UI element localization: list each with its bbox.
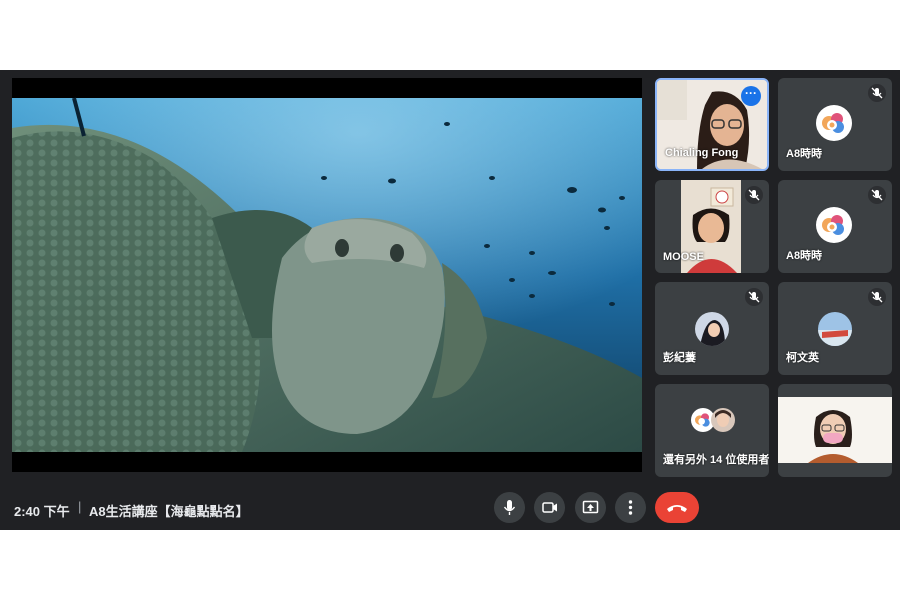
participant-tile-moose[interactable]: MOOSE — [655, 180, 769, 273]
participant-tile-a8-2[interactable]: A8時時 — [778, 180, 892, 273]
meeting-time: 2:40 下午 — [14, 504, 70, 519]
camera-icon — [542, 502, 557, 513]
others-count-label: 還有另外 14 位使用者 — [663, 454, 769, 466]
participant-tile-peng[interactable]: 彭紀萋 — [655, 282, 769, 375]
a8-logo-avatar — [816, 105, 852, 141]
microphone-icon — [503, 500, 516, 515]
participant-tile-chialing-fong[interactable]: ··· Chialing Fong — [655, 78, 769, 171]
participant-tile-ke[interactable]: 柯文英 — [778, 282, 892, 375]
a8-logo-avatar — [816, 207, 852, 243]
end-call-button[interactable] — [655, 492, 699, 523]
participant-name: 柯文英 — [786, 352, 819, 364]
participant-name: A8時時 — [786, 250, 823, 262]
mic-off-icon — [745, 288, 763, 306]
camera-button[interactable] — [534, 492, 565, 523]
divider: | — [78, 499, 82, 514]
avatar — [695, 312, 729, 346]
avatar — [818, 312, 852, 346]
meeting-window: ··· Chialing Fong A8時時 MOOSE A8時時 彭紀萋 柯文… — [0, 70, 900, 530]
more-options-icon[interactable]: ··· — [741, 86, 761, 106]
participant-name: A8時時 — [786, 148, 823, 160]
mic-off-icon — [868, 186, 886, 204]
participant-tile-others[interactable]: 還有另外 14 位使用者 — [655, 384, 769, 477]
microphone-button[interactable] — [494, 492, 525, 523]
participant-name: 彭紀萋 — [663, 352, 696, 364]
present-screen-button[interactable] — [575, 492, 606, 523]
sea-turtle-video-frame — [12, 78, 642, 472]
present-screen-icon — [582, 500, 599, 514]
main-video[interactable] — [12, 78, 642, 472]
mic-off-icon — [745, 186, 763, 204]
mic-off-icon — [868, 84, 886, 102]
mic-off-icon — [868, 288, 886, 306]
participant-video-self — [778, 397, 892, 463]
participant-name: Chialing Fong — [665, 147, 739, 159]
more-options-button[interactable] — [615, 492, 646, 523]
meeting-title: A8生活講座【海龜點點名】 — [89, 504, 249, 519]
avatar — [711, 408, 735, 432]
participant-tile-self[interactable] — [778, 384, 892, 477]
participant-tile-a8-1[interactable]: A8時時 — [778, 78, 892, 171]
end-call-icon — [667, 505, 687, 512]
participant-name: MOOSE — [663, 251, 704, 263]
more-vert-icon — [628, 500, 633, 515]
